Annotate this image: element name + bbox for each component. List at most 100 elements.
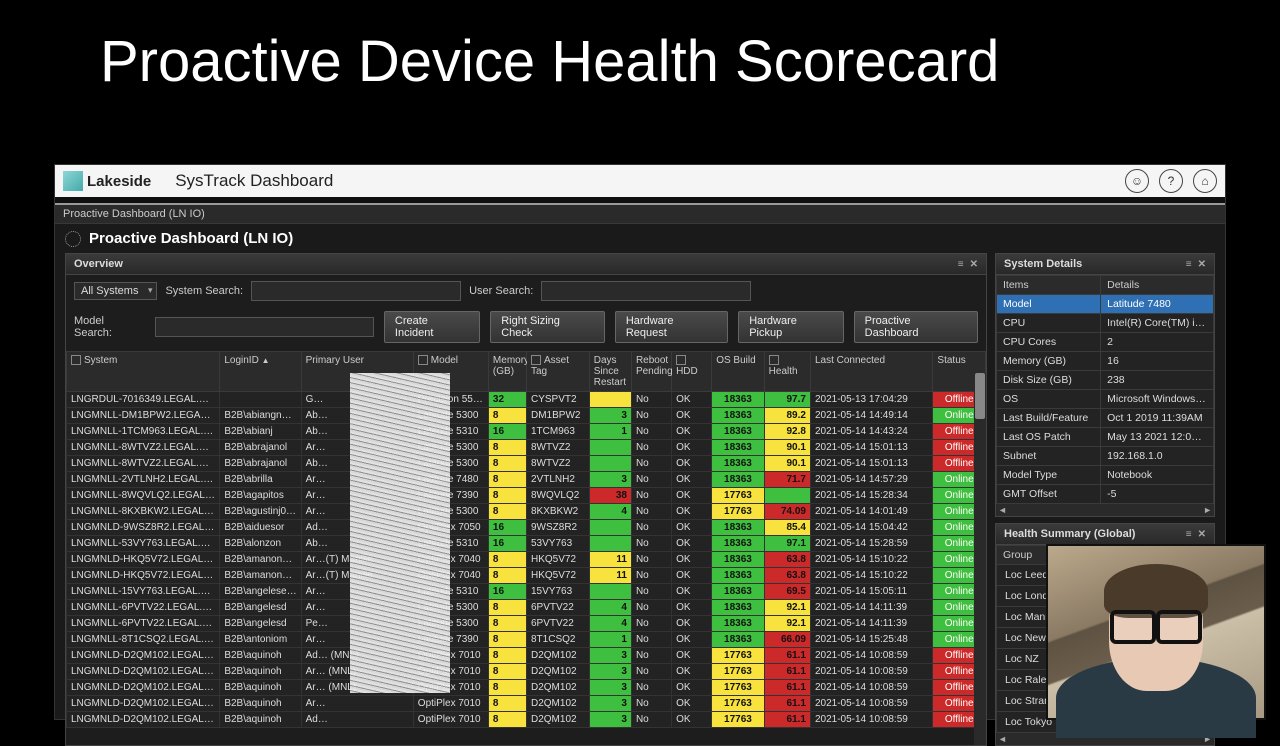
create-incident-button[interactable]: Create Incident (384, 311, 480, 343)
detail-row[interactable]: CPU Cores2 (997, 333, 1214, 352)
detail-row[interactable]: Last Build/FeatureOct 1 2019 11:39AM (997, 409, 1214, 428)
scroll-left-icon[interactable]: ◄ (998, 734, 1007, 744)
col-system[interactable]: System (67, 352, 220, 392)
cell-login: B2B\amanoncerm1 (220, 552, 301, 568)
detail-row[interactable]: ModelLatitude 7480 (997, 295, 1214, 314)
smiley-icon[interactable]: ☺ (1125, 169, 1149, 193)
col-health[interactable]: Health (764, 352, 810, 392)
proactive-dashboard-button[interactable]: Proactive Dashboard (854, 311, 978, 343)
home-icon[interactable]: ⌂ (1193, 169, 1217, 193)
vertical-scrollbar[interactable] (974, 373, 986, 745)
table-row[interactable]: LNGMNLL-8T1CSQ2.LEGAL.REGN.NETB2B\antoni… (67, 632, 986, 648)
panel-close-icon[interactable]: ✕ (1198, 259, 1206, 270)
cell-memory: 8 (488, 456, 526, 472)
cell-reboot: No (631, 664, 671, 680)
table-row[interactable]: LNGMNLL-DM1BPW2.LEGAL.REGN.NETB2B\abiang… (67, 408, 986, 424)
system-details-title: System Details (1004, 258, 1082, 270)
hardware-request-button[interactable]: Hardware Request (615, 311, 728, 343)
cell-hdd: OK (672, 440, 712, 456)
table-row[interactable]: LNGMNLL-15VY763.LEGAL.REGN.NETB2B\angele… (67, 584, 986, 600)
table-row[interactable]: LNGMNLD-D2QM102.LEGAL.REGN.NETB2B\aquino… (67, 664, 986, 680)
col-last[interactable]: Last Connected (810, 352, 932, 392)
detail-row[interactable]: Disk Size (GB)238 (997, 371, 1214, 390)
col-days[interactable]: Days Since Restart (589, 352, 631, 392)
table-row[interactable]: LNGMNLL-8KXBKW2.LEGAL.REGN.NETB2B\agusti… (67, 504, 986, 520)
detail-row[interactable]: OSMicrosoft Windows 10 Enterprise (997, 390, 1214, 409)
cell-days: 3 (589, 408, 631, 424)
table-row[interactable]: LNGMNLL-2VTLNH2.LEGAL.REGN.NETB2B\abrill… (67, 472, 986, 488)
user-search-label: User Search: (469, 285, 533, 297)
cell-health: 90.1 (764, 440, 810, 456)
cell-model: Latitude 5300 (413, 504, 488, 520)
cell-os: 18363 (712, 472, 764, 488)
cell-health: 92.1 (764, 616, 810, 632)
panel-close-icon[interactable]: ✕ (1198, 529, 1206, 540)
panel-menu-icon[interactable]: ≡ (958, 259, 964, 270)
detail-row[interactable]: Model TypeNotebook (997, 466, 1214, 485)
cell-system: LNGMNLD-D2QM102.LEGAL.REGN.NET (67, 680, 220, 696)
table-row[interactable]: LNGMNLL-8WTVZ2.LEGAL.REGN.NETB2B\abrajan… (67, 440, 986, 456)
table-row[interactable]: LNGMNLL-8WQVLQ2.LEGAL.REGN.NETB2B\agapit… (67, 488, 986, 504)
col-model[interactable]: Model (413, 352, 488, 392)
table-row[interactable]: LNGMNLD-9WSZ8R2.LEGAL.REGN.NETB2B\aidues… (67, 520, 986, 536)
hardware-pickup-button[interactable]: Hardware Pickup (738, 311, 843, 343)
table-row[interactable]: LNGMNLL-1TCM963.LEGAL.REGN.NETB2B\abianj… (67, 424, 986, 440)
user-search-input[interactable] (541, 281, 751, 301)
col-hdd[interactable]: HDD (672, 352, 712, 392)
table-row[interactable]: LNGMNLD-D2QM102.LEGAL.REGN.NETB2B\aquino… (67, 696, 986, 712)
scroll-left-icon[interactable]: ◄ (998, 505, 1007, 515)
cell-asset: 6PVTV22 (526, 600, 589, 616)
cell-last: 2021-05-14 14:57:29 (810, 472, 932, 488)
cell-hdd: OK (672, 696, 712, 712)
cell-memory: 8 (488, 664, 526, 680)
cell-asset: D2QM102 (526, 680, 589, 696)
table-row[interactable]: LNGMNLL-53VY763.LEGAL.REGN.NETB2B\alonzo… (67, 536, 986, 552)
table-row[interactable]: LNGMNLD-D2QM102.LEGAL.REGN.NETB2B\aquino… (67, 680, 986, 696)
cell-os: 18363 (712, 392, 764, 408)
col-asset[interactable]: Asset Tag (526, 352, 589, 392)
col-primary-user[interactable]: Primary User (301, 352, 413, 392)
table-row[interactable]: LNGMNLL-6PVTV22.LEGAL.REGN.NETB2B\angele… (67, 600, 986, 616)
table-row[interactable]: LNGMNLD-HKQ5V72.LEGAL.REGN.NETB2B\amanon… (67, 568, 986, 584)
presenter-webcam (1046, 544, 1266, 720)
table-row[interactable]: LNGMNLL-8WTVZ2.LEGAL.REGN.NETB2B\abrajan… (67, 456, 986, 472)
detail-row[interactable]: Subnet192.168.1.0 (997, 447, 1214, 466)
table-row[interactable]: LNGMNLD-HKQ5V72.LEGAL.REGN.NETB2B\amanon… (67, 552, 986, 568)
detail-row[interactable]: GMT Offset-5 (997, 485, 1214, 504)
detail-row[interactable]: CPUIntel(R) Core(TM) i5-7300U CPU @ 2.60… (997, 314, 1214, 333)
right-sizing-button[interactable]: Right Sizing Check (490, 311, 605, 343)
detail-row[interactable]: Memory (GB)16 (997, 352, 1214, 371)
col-reboot[interactable]: Reboot Pending (631, 352, 671, 392)
cell-health: 69.5 (764, 584, 810, 600)
model-search-input[interactable] (155, 317, 374, 337)
gear-icon[interactable] (65, 231, 81, 247)
cell-user: Ad… (301, 520, 413, 536)
cell-login: B2B\aquinoh (220, 648, 301, 664)
cell-health: 97.7 (764, 392, 810, 408)
col-os[interactable]: OS Build (712, 352, 764, 392)
panel-menu-icon[interactable]: ≡ (1186, 529, 1192, 540)
cell-last: 2021-05-14 14:11:39 (810, 600, 932, 616)
panel-menu-icon[interactable]: ≡ (1186, 259, 1192, 270)
health-summary-title: Health Summary (Global) (1004, 528, 1135, 540)
cell-model: OptiPlex 7010 (413, 648, 488, 664)
scroll-right-icon[interactable]: ► (1203, 505, 1212, 515)
cell-user: Ab… (301, 536, 413, 552)
col-login[interactable]: LoginID ▲ (220, 352, 301, 392)
table-row[interactable]: LNGMNLL-6PVTV22.LEGAL.REGN.NETB2B\angele… (67, 616, 986, 632)
detail-row[interactable]: Last OS PatchMay 13 2021 12:00AM (997, 428, 1214, 447)
cell-days (589, 440, 631, 456)
cell-reboot: No (631, 520, 671, 536)
scrollbar-thumb[interactable] (975, 373, 985, 419)
cell-days: 3 (589, 472, 631, 488)
help-icon[interactable]: ? (1159, 169, 1183, 193)
cell-user: Ar… (301, 504, 413, 520)
scope-dropdown[interactable]: All Systems (74, 282, 157, 300)
system-search-input[interactable] (251, 281, 461, 301)
cell-reboot: No (631, 552, 671, 568)
cell-last: 2021-05-14 14:49:14 (810, 408, 932, 424)
panel-close-icon[interactable]: ✕ (970, 259, 978, 270)
table-row[interactable]: LNGRDUL-7016349.LEGAL.REGN.NETG…Precisio… (67, 392, 986, 408)
col-memory[interactable]: Memory (GB) (488, 352, 526, 392)
table-row[interactable]: LNGMNLD-D2QM102.LEGAL.REGN.NETB2B\aquino… (67, 648, 986, 664)
